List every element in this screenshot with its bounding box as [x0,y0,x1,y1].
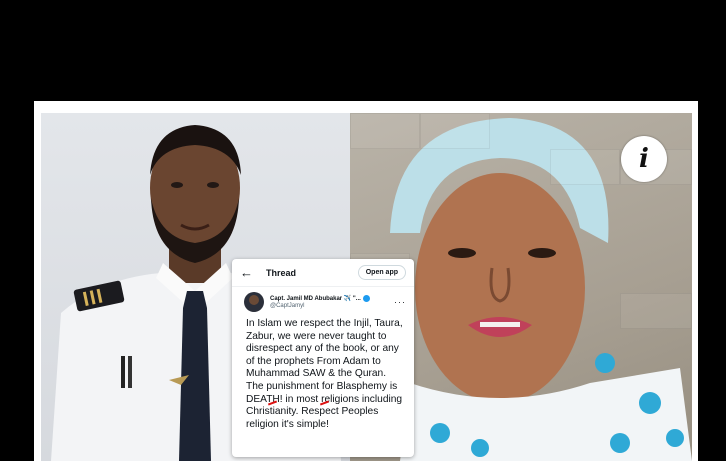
more-options-icon[interactable]: ··· [394,297,406,307]
info-icon[interactable]: i [621,136,667,182]
verified-icon [362,295,370,303]
tweet-author[interactable]: Capt. Jamil MD Abubakar ✈️ "... @CaptJam… [232,287,414,313]
open-app-button[interactable]: Open app [357,265,406,280]
tweet-body: In Islam we respect the Injil, Taura, Za… [246,318,403,430]
tweet-card: ← Thread Open app Capt. Jamil MD Abubaka… [232,259,414,457]
author-info: Capt. Jamil MD Abubakar ✈️ "... @CaptJam… [270,295,394,309]
info-symbol: i [639,144,649,174]
header-title: Thread [266,267,297,278]
arrow-left-icon[interactable]: ← [240,265,256,280]
card-header: ← Thread Open app [232,259,414,287]
avatar[interactable] [244,292,264,312]
author-handle: @CaptJamyl [270,302,305,309]
author-name-text: Capt. Jamil MD Abubakar ✈️ "... [270,296,361,303]
author-name: Capt. Jamil MD Abubakar ✈️ "... [270,295,394,303]
